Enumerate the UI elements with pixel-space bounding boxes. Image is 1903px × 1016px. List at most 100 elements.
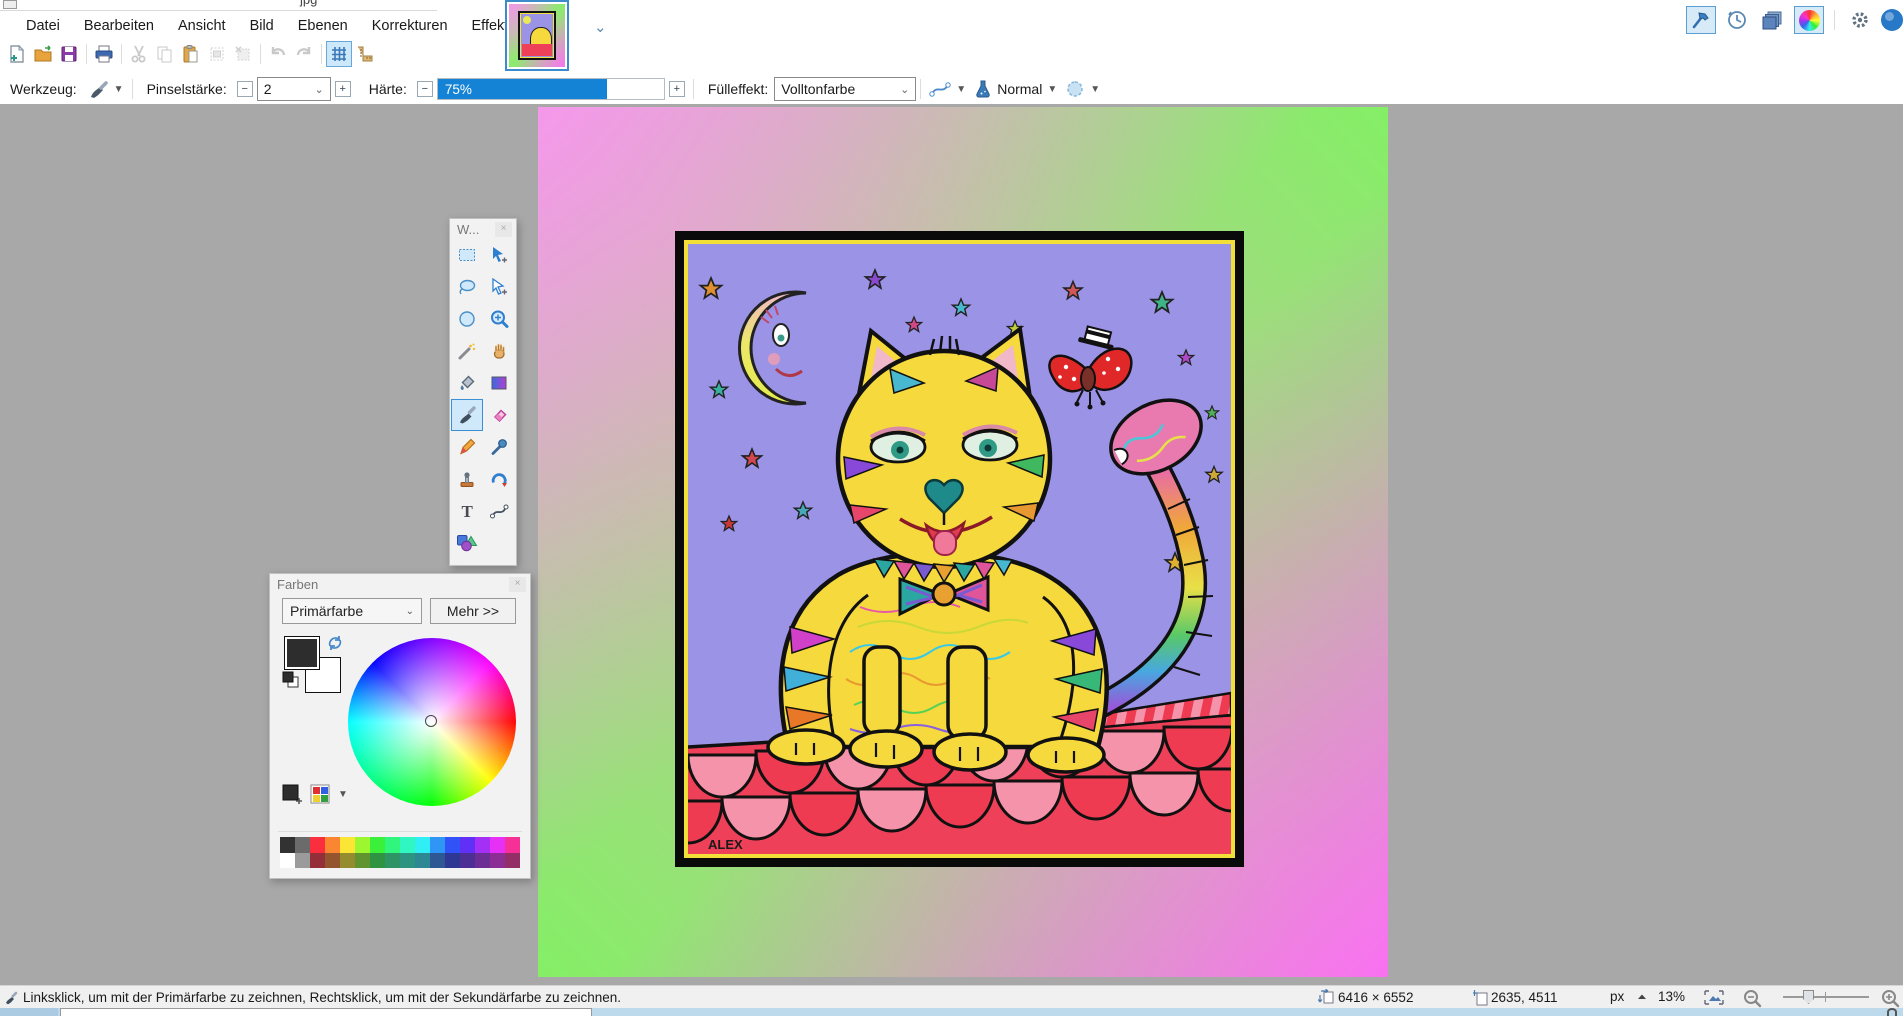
colors-window-titlebar[interactable]: Farben × (270, 574, 530, 594)
new-file-button[interactable] (4, 41, 30, 67)
palette-swatch[interactable] (475, 837, 490, 853)
image-tab-thumbnail[interactable] (505, 0, 569, 71)
hardness-decrement-button[interactable]: − (417, 81, 433, 97)
palette-swatch[interactable] (295, 853, 310, 869)
palette-colors-icon[interactable] (310, 784, 331, 805)
palette-swatch[interactable] (505, 837, 520, 853)
palette-swatch[interactable] (445, 853, 460, 869)
palette-swatch[interactable] (280, 853, 295, 869)
reset-colors-icon[interactable] (281, 670, 301, 690)
add-recent-color-icon[interactable] (282, 784, 303, 805)
menu-bild[interactable]: Bild (238, 14, 286, 38)
zoom-slider-thumb[interactable] (1803, 990, 1814, 1004)
active-tool-dropdown[interactable]: ▼ (83, 76, 128, 102)
canvas-image[interactable]: ALEX (538, 107, 1388, 977)
palette-swatch[interactable] (445, 837, 460, 853)
save-button[interactable] (56, 41, 82, 67)
color-wheel[interactable] (348, 638, 516, 806)
palette-swatch[interactable] (325, 853, 340, 869)
palette-swatch[interactable] (385, 853, 400, 869)
print-button[interactable] (91, 41, 117, 67)
palette-swatch[interactable] (400, 837, 415, 853)
brush-width-combobox[interactable]: 2⌄ (257, 77, 331, 101)
tool-clone-stamp[interactable] (451, 463, 483, 495)
brush-width-decrement-button[interactable]: − (237, 81, 253, 97)
settings-button[interactable] (1845, 6, 1875, 34)
open-button[interactable] (30, 41, 56, 67)
more-button[interactable]: Mehr >> (430, 598, 516, 624)
menu-ansicht[interactable]: Ansicht (166, 14, 238, 38)
crop-button[interactable] (204, 41, 230, 67)
menu-datei[interactable]: Datei (14, 14, 72, 38)
palette-swatch[interactable] (490, 837, 505, 853)
history-window-toggle[interactable] (1722, 6, 1752, 34)
taskbar-search-box[interactable] (60, 1008, 592, 1016)
palette-swatch[interactable] (370, 853, 385, 869)
tool-gradient[interactable] (483, 367, 515, 399)
antialiasing-dropdown[interactable]: ▼ (1061, 77, 1104, 101)
brush-width-increment-button[interactable]: + (335, 81, 351, 97)
tool-eraser[interactable] (483, 399, 515, 431)
deselect-button[interactable] (230, 41, 256, 67)
palette-swatch[interactable] (415, 853, 430, 869)
copy-button[interactable] (152, 41, 178, 67)
palette-swatch[interactable] (340, 837, 355, 853)
ruler-toggle-button[interactable] (352, 41, 378, 67)
close-icon[interactable]: × (495, 222, 512, 237)
palette-swatch[interactable] (460, 853, 475, 869)
zoom-out-button[interactable] (1742, 989, 1764, 1008)
swap-colors-icon[interactable] (326, 634, 344, 652)
tools-window-titlebar[interactable]: W... × (450, 219, 516, 239)
tool-line-curve[interactable] (483, 495, 515, 527)
zoom-to-window-button[interactable] (1703, 989, 1725, 1006)
tab-list-chevron-icon[interactable]: ⌄ (594, 18, 607, 36)
undo-button[interactable] (265, 41, 291, 67)
tool-pencil[interactable] (451, 431, 483, 463)
palette-swatch[interactable] (325, 837, 340, 853)
tool-text[interactable]: T (451, 495, 483, 527)
help-icon[interactable] (1881, 9, 1903, 31)
smoothing-dropdown[interactable]: ▼ (925, 78, 970, 100)
tool-move-selected-pixels[interactable] (483, 239, 515, 271)
grid-toggle-button[interactable] (326, 41, 352, 67)
tools-window-toggle[interactable] (1686, 6, 1716, 34)
menu-korrekturen[interactable]: Korrekturen (360, 14, 460, 38)
tool-rectangle-select[interactable] (451, 239, 483, 271)
palette-swatch[interactable] (430, 853, 445, 869)
palette-swatch[interactable] (505, 853, 520, 869)
palette-swatch[interactable] (310, 853, 325, 869)
palette-swatch[interactable] (490, 853, 505, 869)
colors-window-toggle[interactable] (1794, 6, 1824, 34)
tool-lasso-select[interactable] (451, 271, 483, 303)
windows-taskbar-sliver[interactable] (0, 1008, 1903, 1016)
tool-magic-wand[interactable] (451, 335, 483, 367)
cut-button[interactable] (126, 41, 152, 67)
tool-zoom[interactable] (483, 303, 515, 335)
blend-mode-dropdown[interactable]: Normal▼ (970, 77, 1061, 101)
zoom-in-button[interactable] (1880, 989, 1902, 1008)
tool-recolor[interactable] (483, 463, 515, 495)
fill-style-combobox[interactable]: Volltonfarbe⌄ (774, 77, 916, 101)
close-icon[interactable]: × (509, 577, 526, 592)
zoom-slider[interactable] (1783, 996, 1869, 998)
palette-swatch[interactable] (415, 837, 430, 853)
palette-swatch[interactable] (340, 853, 355, 869)
tool-paint-bucket[interactable] (451, 367, 483, 399)
tool-ellipse-select[interactable] (451, 303, 483, 335)
color-wheel-selector[interactable] (425, 715, 437, 727)
primary-color-swatch[interactable] (284, 636, 320, 670)
palette-swatch[interactable] (295, 837, 310, 853)
menu-ebenen[interactable]: Ebenen (286, 14, 360, 38)
tool-color-picker[interactable] (483, 431, 515, 463)
tool-move-selection[interactable] (483, 271, 515, 303)
palette-swatch[interactable] (355, 837, 370, 853)
tool-pan[interactable] (483, 335, 515, 367)
chevron-down-icon[interactable]: ▼ (338, 789, 348, 800)
taskbar-magnifier-icon[interactable] (1887, 1008, 1897, 1016)
palette-swatch[interactable] (430, 837, 445, 853)
palette-swatch[interactable] (460, 837, 475, 853)
palette-swatch[interactable] (355, 853, 370, 869)
hardness-slider[interactable]: 75% (437, 78, 665, 100)
menu-bearbeiten[interactable]: Bearbeiten (72, 14, 166, 38)
unit-dropdown[interactable]: px (1610, 989, 1647, 1004)
